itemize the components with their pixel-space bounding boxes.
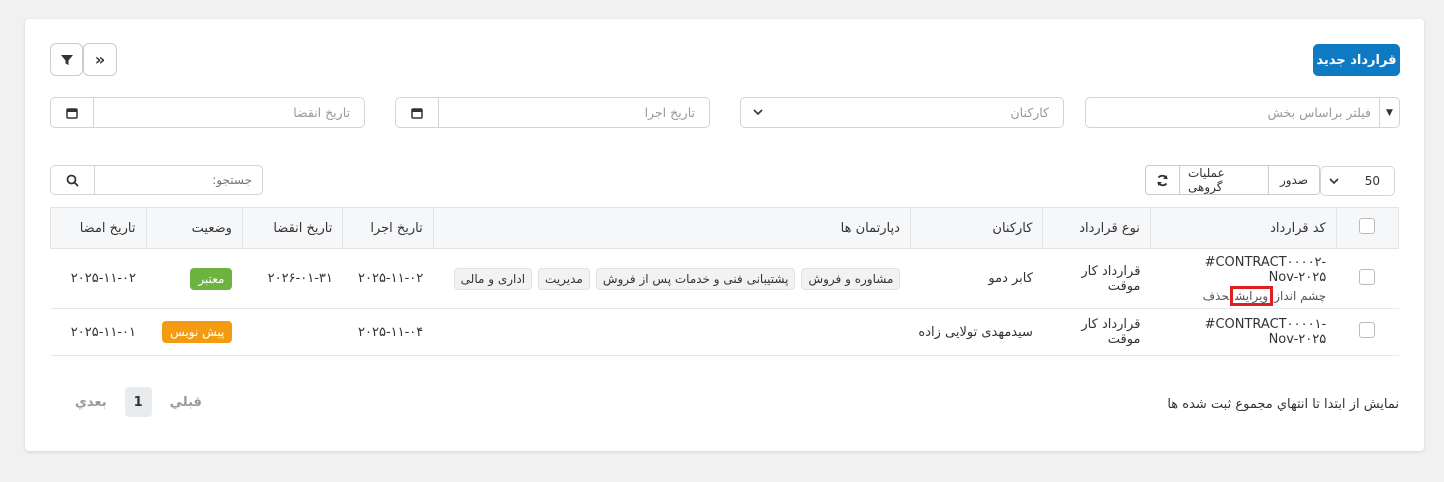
- calendar-icon[interactable]: [51, 98, 94, 127]
- end-date-placeholder: تاریخ انقضا: [293, 105, 350, 120]
- contracts-card: قرارداد جدید » ▼ فیلتر براساس بخش کارکنا…: [25, 19, 1424, 451]
- type-cell: قرارداد کار موقت: [1042, 248, 1151, 309]
- row-checkbox[interactable]: [1359, 322, 1376, 338]
- table-row: #CONTRACT۰۰۰۰۱-Nov-۲۰۲۵ قرارداد کار موقت…: [50, 308, 1399, 356]
- current-page-button[interactable]: 1: [124, 387, 152, 417]
- edit-link[interactable]: ویرایش: [1230, 285, 1274, 306]
- contracts-table: کد قرارداد نوع قرارداد کارکنان دپارتمان …: [50, 207, 1400, 356]
- prev-page-button[interactable]: قبلي: [170, 395, 202, 410]
- filter-icon: [60, 54, 73, 65]
- search-icon: [66, 174, 79, 187]
- search-input[interactable]: [95, 166, 262, 194]
- dropdown-caret-icon: ▼: [1379, 98, 1399, 127]
- chevron-down-icon: [741, 105, 763, 120]
- col-code[interactable]: کد قرارداد: [1149, 207, 1337, 249]
- start-date-placeholder: تاریخ اجرا: [644, 105, 695, 120]
- delete-link[interactable]: حذف: [1203, 289, 1229, 303]
- double-chevron-right-icon: »: [94, 50, 106, 69]
- pagination: قبلي 1 بعدي: [75, 387, 202, 417]
- department-tag: اداری و مالی: [453, 267, 533, 290]
- row-select-cell: [1336, 248, 1399, 309]
- employee-cell: کابر دمو: [910, 248, 1043, 309]
- status-badge: پیش نویس: [162, 321, 233, 343]
- departments-cell: مشاوره و فروشپشتیبانی فنی و خدمات پس از …: [433, 248, 911, 309]
- contract-code[interactable]: #CONTRACT۰۰۰۰۱-Nov-۲۰۲۵: [1160, 317, 1327, 347]
- row-select-cell: [1336, 308, 1399, 356]
- status-cell: پیش نویس: [146, 308, 243, 356]
- signed-cell: ۲۰۲۵-۱۱-۰۱: [50, 308, 147, 356]
- status-cell: معتبر: [146, 248, 243, 309]
- table-info: نمایش از ابتدا تا انتهاي مجموع ثبت شده ه…: [1167, 397, 1399, 412]
- department-filter[interactable]: ▼ فیلتر براساس بخش: [1085, 97, 1400, 128]
- contract-code[interactable]: #CONTRACT۰۰۰۰۲-Nov-۲۰۲۵: [1160, 255, 1327, 285]
- collapse-button[interactable]: »: [83, 43, 117, 76]
- chevron-down-icon: [1321, 174, 1339, 189]
- new-contract-button[interactable]: قرارداد جدید: [1313, 44, 1400, 76]
- refresh-button[interactable]: [1146, 166, 1179, 194]
- table-actions-group: عملیات گروهی صدور: [1145, 165, 1320, 195]
- end-date-field[interactable]: تاریخ انقضا: [50, 97, 365, 128]
- table-row: #CONTRACT۰۰۰۰۲-Nov-۲۰۲۵ چشم اندازویرایشح…: [50, 248, 1399, 309]
- start-cell: ۲۰۲۵-۱۱-۰۴: [342, 308, 434, 356]
- next-page-button[interactable]: بعدي: [75, 395, 107, 410]
- export-button[interactable]: صدور: [1268, 166, 1319, 194]
- start-cell: ۲۰۲۵-۱۱-۰۲: [342, 248, 434, 309]
- refresh-icon: [1157, 174, 1168, 186]
- code-cell: #CONTRACT۰۰۰۰۱-Nov-۲۰۲۵: [1150, 308, 1337, 356]
- view-link[interactable]: چشم انداز: [1274, 289, 1326, 303]
- employee-cell: سیدمهدی تولایی زاده: [433, 308, 1043, 356]
- employee-select[interactable]: کارکنان: [740, 97, 1064, 128]
- contracts-table-wrap: کد قرارداد نوع قرارداد کارکنان دپارتمان …: [50, 207, 1400, 356]
- signed-cell: ۲۰۲۵-۱۱-۰۲: [50, 248, 147, 309]
- col-type[interactable]: نوع قرارداد: [1042, 207, 1151, 249]
- page-size-value: 50: [1364, 174, 1380, 188]
- department-tag: پشتیبانی فنی و خدمات پس از فروش: [595, 267, 796, 290]
- department-tag: مدیریت: [538, 267, 590, 290]
- row-checkbox[interactable]: [1359, 268, 1376, 285]
- code-cell: #CONTRACT۰۰۰۰۲-Nov-۲۰۲۵ چشم اندازویرایشح…: [1150, 248, 1337, 309]
- search-button[interactable]: [51, 166, 95, 194]
- type-cell: قرارداد کار موقت: [1042, 308, 1151, 356]
- search-box: [50, 165, 263, 195]
- col-start[interactable]: تاریخ اجرا: [342, 207, 434, 249]
- calendar-icon[interactable]: [396, 98, 439, 127]
- status-badge: معتبر: [190, 267, 233, 290]
- department-filter-placeholder: فیلتر براساس بخش: [1267, 105, 1371, 120]
- employee-select-placeholder: کارکنان: [1010, 105, 1049, 120]
- col-end[interactable]: تاریخ انقضا: [241, 207, 344, 249]
- bulk-actions-button[interactable]: عملیات گروهی: [1179, 166, 1268, 194]
- start-date-field[interactable]: تاریخ اجرا: [395, 97, 710, 128]
- select-all-checkbox[interactable]: [1359, 218, 1376, 234]
- end-cell: ۲۰۲۶-۰۱-۳۱: [242, 248, 343, 309]
- row-actions: چشم اندازویرایشحذف: [1160, 285, 1326, 306]
- filter-button[interactable]: [50, 43, 83, 76]
- col-departments[interactable]: دپارتمان ها: [432, 207, 911, 249]
- col-status[interactable]: وضعیت: [145, 207, 243, 249]
- page-size-select[interactable]: 50: [1320, 166, 1395, 196]
- col-signed[interactable]: تاریخ امضا: [50, 207, 147, 249]
- select-all-cell: [1335, 207, 1400, 249]
- department-tag: مشاوره و فروش: [801, 267, 901, 290]
- end-cell: [242, 308, 343, 356]
- col-employee[interactable]: کارکنان: [909, 207, 1044, 249]
